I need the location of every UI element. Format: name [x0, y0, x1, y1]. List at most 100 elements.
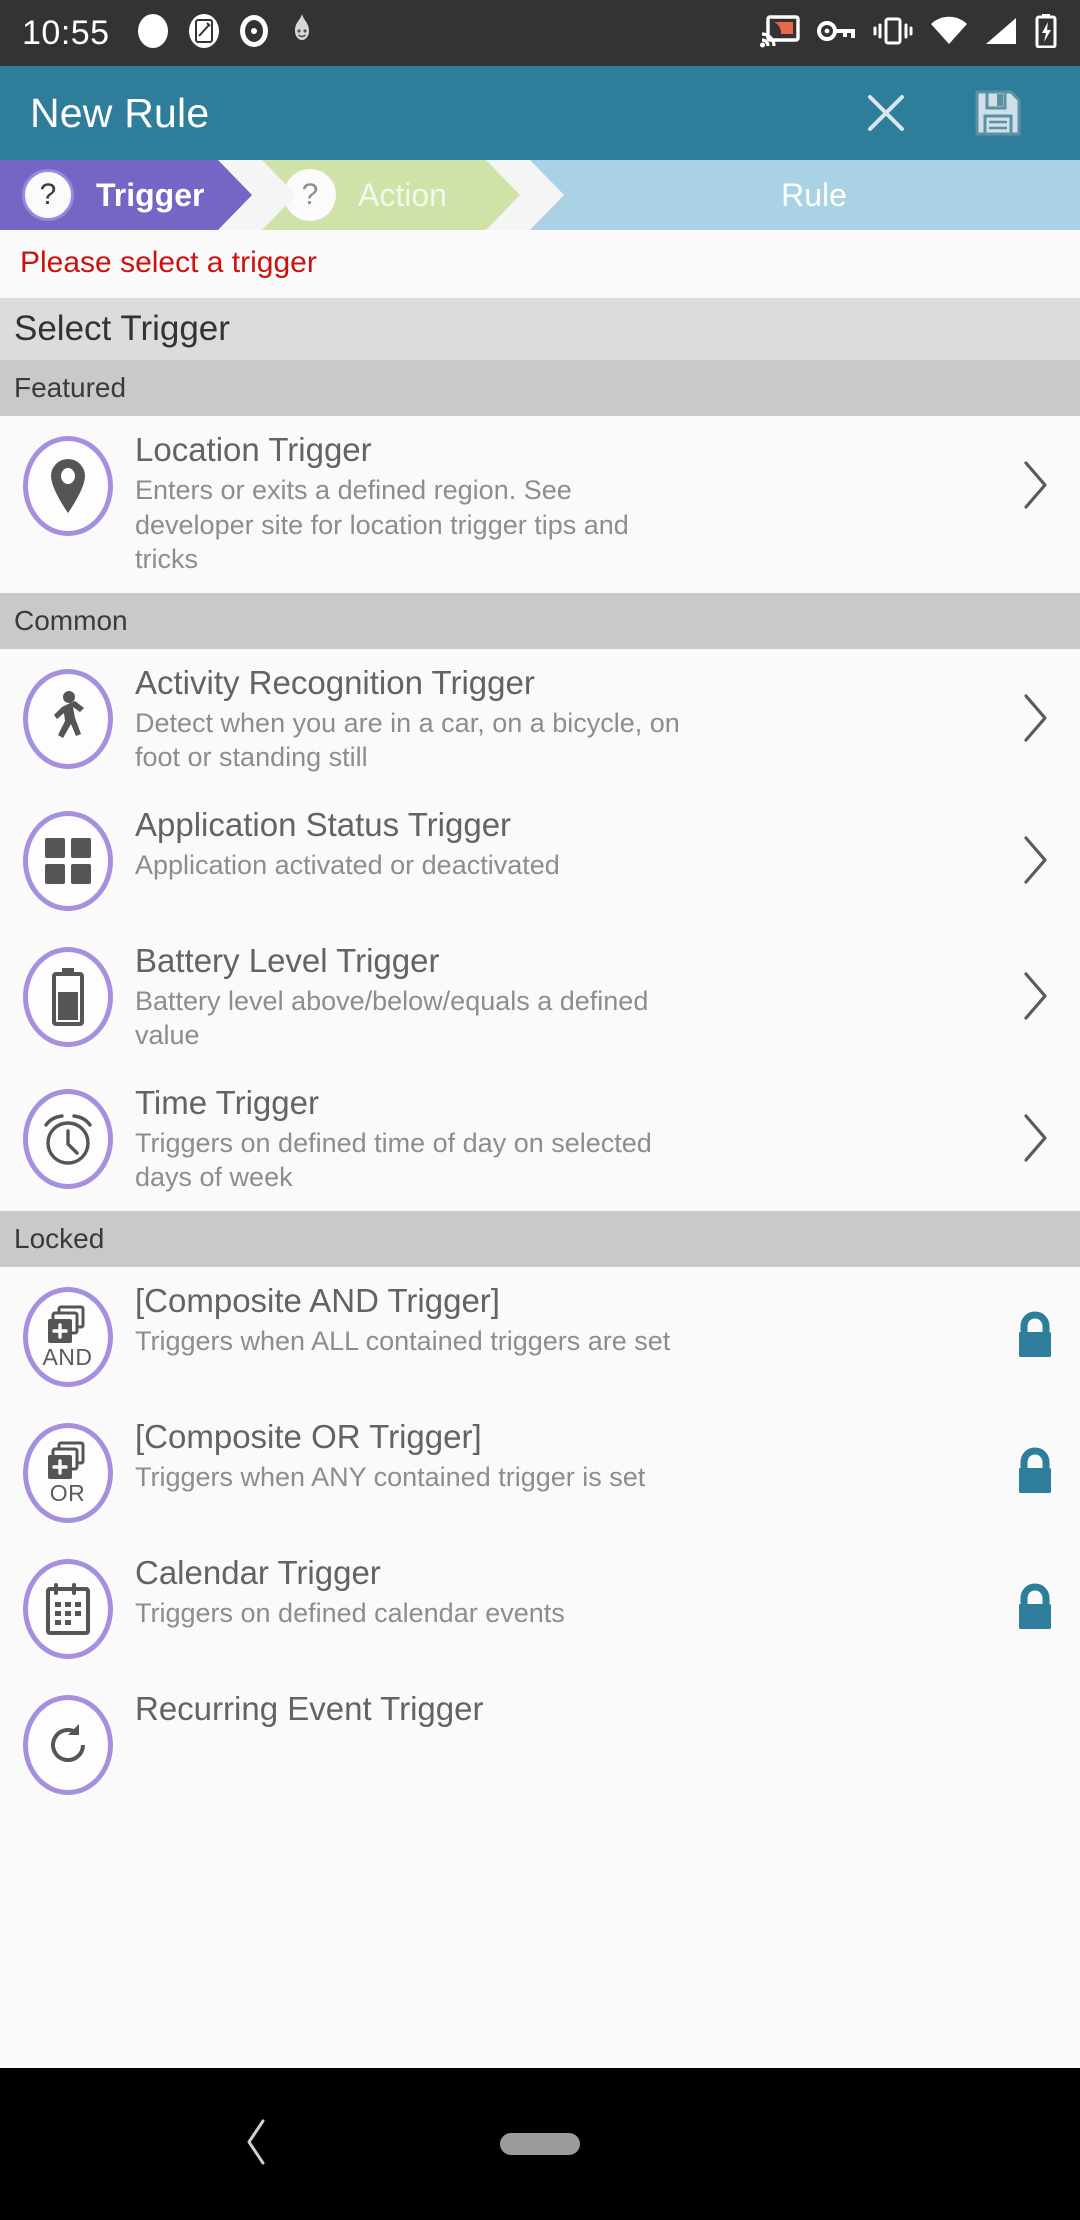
list-item-text: Recurring Event Trigger — [135, 1689, 990, 1728]
status-bar-clock: 10:55 — [22, 13, 110, 52]
calendar-icon — [22, 1558, 113, 1659]
chevron-right-icon[interactable] — [1018, 691, 1052, 750]
chevron-right-icon[interactable] — [1018, 458, 1052, 517]
lock-icon — [1012, 1445, 1058, 1504]
vpn-key-icon — [816, 16, 856, 51]
list-item-title: Activity Recognition Trigger — [135, 663, 535, 701]
list-item-text: Calendar Trigger Triggers on defined cal… — [135, 1553, 990, 1631]
list-item-title: Battery Level Trigger — [135, 941, 440, 979]
chevron-right-icon[interactable] — [1018, 1111, 1052, 1170]
list-item-description: Triggers when ALL contained triggers are… — [135, 1325, 671, 1356]
cast-icon — [760, 14, 800, 53]
list-item-description: Triggers on defined time of day on selec… — [135, 1127, 652, 1193]
list-item-title: [Composite OR Trigger] — [135, 1417, 482, 1455]
list-item-title: Calendar Trigger — [135, 1553, 381, 1591]
validation-message-text: Please select a trigger — [20, 246, 317, 279]
cell-signal-icon — [984, 16, 1018, 51]
list-item-end[interactable] — [990, 807, 1080, 892]
list-item-end — [990, 1555, 1080, 1640]
list-item[interactable]: Application Status Trigger Application a… — [0, 790, 1080, 927]
composite-or-caption: OR — [49, 1479, 86, 1506]
close-icon[interactable] — [858, 85, 914, 141]
list-item-icon-cell — [0, 432, 135, 536]
list-item-description: Triggers on defined calendar events — [135, 1597, 565, 1628]
list-item-text: [Composite AND Trigger] Triggers when AL… — [135, 1281, 990, 1359]
list-item-title: Time Trigger — [135, 1083, 319, 1121]
list-item-icon-cell: OR — [0, 1419, 135, 1523]
map-pin-icon — [22, 436, 113, 536]
list-item-icon-cell — [0, 807, 135, 911]
list-item-text: [Composite OR Trigger] Triggers when ANY… — [135, 1417, 990, 1495]
group-header-common-label: Common — [14, 604, 128, 636]
list-item-description: Triggers when ANY contained trigger is s… — [135, 1461, 646, 1492]
group-header-featured-label: Featured — [14, 372, 127, 403]
chevron-right-icon[interactable] — [1018, 969, 1052, 1028]
list-item-title: [Composite AND Trigger] — [135, 1281, 500, 1319]
walking-person-icon — [22, 668, 113, 769]
list-item-end[interactable] — [990, 665, 1080, 750]
list-item[interactable]: Activity Recognition Trigger Detect when… — [0, 648, 1080, 791]
list-item[interactable]: Time Trigger Triggers on defined time of… — [0, 1068, 1080, 1211]
status-bar-notification-icons — [136, 12, 317, 55]
screenshot-edit-icon — [187, 12, 221, 55]
list-item-end — [990, 1691, 1080, 1717]
recurring-event-icon — [22, 1694, 113, 1795]
trigger-list-common: Activity Recognition Trigger Detect when… — [0, 648, 1080, 1211]
stepper-label-action: Action — [358, 176, 447, 213]
list-item-text: Application Status Trigger Application a… — [135, 806, 990, 883]
list-item-end[interactable] — [990, 943, 1080, 1028]
select-trigger-title: Select Trigger — [14, 309, 230, 348]
stepper-step-rule[interactable]: Rule — [530, 160, 1080, 230]
list-item-end[interactable] — [990, 1085, 1080, 1170]
group-header-locked-label: Locked — [14, 1222, 105, 1254]
lock-icon — [1012, 1309, 1058, 1368]
list-item[interactable]: OR [Composite OR Trigger] Triggers when … — [0, 1402, 1080, 1539]
back-chevron-icon[interactable] — [237, 2115, 277, 2174]
stepper-step-trigger[interactable]: ? Trigger — [0, 160, 252, 230]
home-pill-icon[interactable] — [500, 2133, 580, 2155]
trigger-list-featured: Location Trigger Enters or exits a defin… — [0, 416, 1080, 593]
list-item[interactable]: Battery Level Trigger Battery level abov… — [0, 926, 1080, 1069]
stepper-badge-action: ? — [284, 169, 336, 221]
list-item-icon-cell — [0, 1691, 135, 1795]
list-item-icon-cell — [0, 1555, 135, 1659]
validation-message: Please select a trigger — [0, 230, 1080, 298]
list-item-title: Recurring Event Trigger — [135, 1689, 484, 1727]
list-item-icon-cell: AND — [0, 1283, 135, 1387]
list-item-icon-cell — [0, 943, 135, 1047]
trigger-list-locked: AND [Composite AND Trigger] Triggers whe… — [0, 1266, 1080, 1811]
save-floppy-icon[interactable] — [970, 85, 1026, 141]
stepper-label-trigger: Trigger — [96, 176, 205, 213]
list-item[interactable]: Recurring Event Trigger — [0, 1674, 1080, 1811]
flame-face-icon — [287, 12, 317, 55]
page-title: New Rule — [30, 89, 210, 136]
group-header-common: Common — [0, 592, 1080, 649]
list-item[interactable]: Location Trigger Enters or exits a defin… — [0, 416, 1080, 593]
list-item-text: Location Trigger Enters or exits a defin… — [135, 431, 990, 577]
list-item-text: Battery Level Trigger Battery level abov… — [135, 941, 990, 1053]
list-item-description: Enters or exits a defined region. See de… — [135, 474, 629, 575]
list-item-description: Battery level above/below/equals a defin… — [135, 985, 649, 1051]
app-bar-actions — [858, 85, 1050, 141]
phone-screen: 10:55 New Rule ? Trigger ? Action Rule P… — [0, 0, 1080, 2220]
system-navigation-bar — [0, 2068, 1080, 2220]
list-item-end[interactable] — [990, 432, 1080, 517]
chevron-right-icon[interactable] — [1018, 833, 1052, 892]
list-item-end — [990, 1419, 1080, 1504]
list-item[interactable]: Calendar Trigger Triggers on defined cal… — [0, 1538, 1080, 1675]
apps-grid-icon — [22, 810, 113, 911]
stepper: ? Trigger ? Action Rule — [0, 160, 1080, 230]
list-item-description: Detect when you are in a car, on a bicyc… — [135, 707, 680, 773]
list-item[interactable]: AND [Composite AND Trigger] Triggers whe… — [0, 1266, 1080, 1403]
stepper-label-rule: Rule — [781, 176, 847, 213]
composite-or-icon: OR — [22, 1422, 113, 1523]
list-item-end — [990, 1283, 1080, 1368]
group-header-locked: Locked — [0, 1210, 1080, 1267]
stepper-step-action[interactable]: ? Action — [262, 160, 520, 230]
battery-icon — [22, 946, 113, 1047]
alarm-clock-icon — [22, 1088, 113, 1189]
record-dot-icon — [238, 12, 270, 55]
circle-blank-icon — [136, 12, 170, 55]
composite-and-caption: AND — [42, 1343, 93, 1370]
list-item-text: Activity Recognition Trigger Detect when… — [135, 663, 990, 775]
